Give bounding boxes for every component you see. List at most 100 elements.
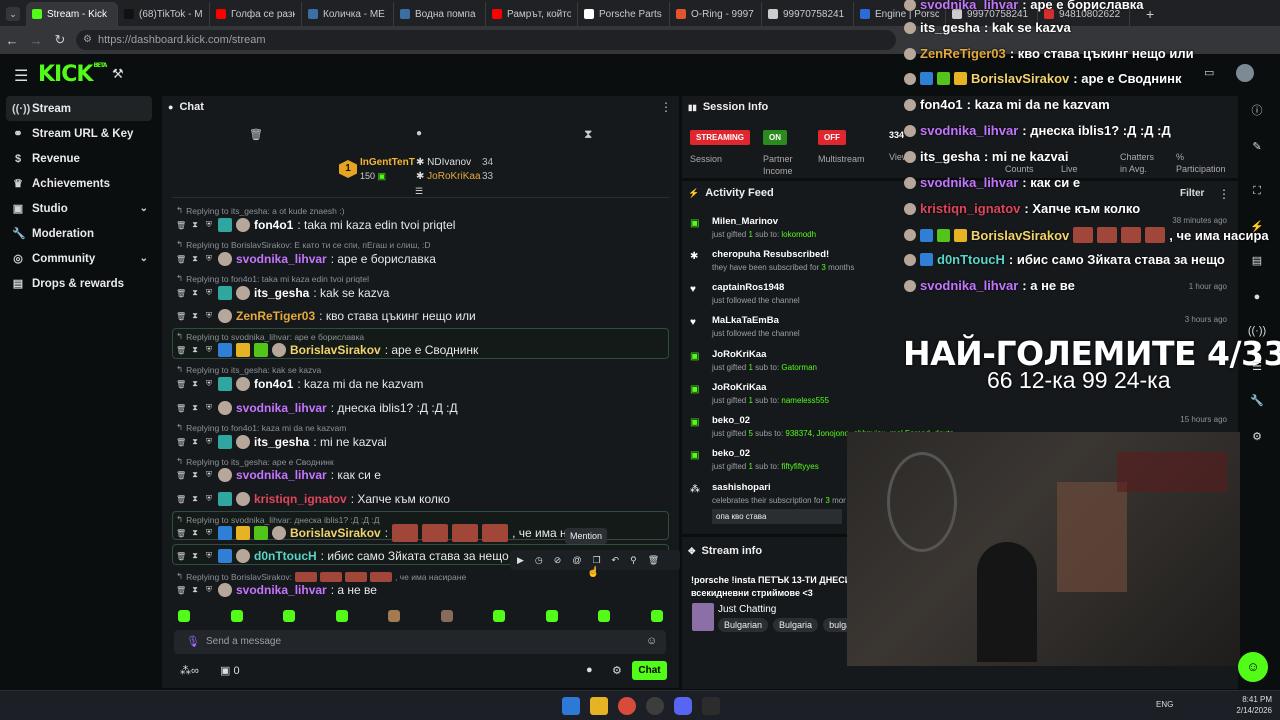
chat-more-icon[interactable]: ⋮ <box>660 100 672 114</box>
activity-target[interactable]: lokomodh <box>781 230 816 239</box>
activity-filter-button[interactable]: Filter <box>1180 188 1204 199</box>
shield-icon[interactable]: ⛨ <box>204 528 214 538</box>
activity-more-icon[interactable]: ⋮ <box>1218 187 1230 201</box>
sidebar-item-revenue[interactable]: $ Revenue <box>0 146 160 171</box>
trash-icon[interactable]: 🗑 <box>176 495 186 504</box>
studio-screen-icon[interactable]: ▭ <box>1204 66 1214 79</box>
activity-target[interactable]: Gatorman <box>781 363 817 372</box>
mute-icon[interactable]: ⊘ <box>554 555 562 566</box>
list-icon[interactable]: ☰ <box>1246 356 1268 378</box>
bolt-side-icon[interactable]: ⚡ <box>1246 216 1268 238</box>
chat-username[interactable]: BorislavSirakov <box>290 526 381 540</box>
shield-icon[interactable]: ⛨ <box>204 585 214 595</box>
sidebar-item-stream[interactable]: ((·)) Stream <box>6 96 152 121</box>
pin-icon[interactable]: ⚲ <box>630 555 637 566</box>
emote-button[interactable] <box>335 610 348 622</box>
emote-button[interactable] <box>230 610 243 622</box>
chat-username[interactable]: d0nTtoucH <box>254 549 317 563</box>
chat-send-button[interactable]: Chat <box>632 661 667 680</box>
terminal-icon[interactable] <box>702 697 720 715</box>
chat-mode-icon[interactable]: ● <box>416 128 422 139</box>
reply-reference[interactable]: ↰ Replying to its_gesha: a ot kude znaesh… <box>176 205 344 216</box>
chat-settings-icon[interactable]: ⚙ <box>612 664 622 677</box>
sidebar-item-achievements[interactable]: ♛ Achievements <box>0 171 160 196</box>
shield-icon[interactable]: ⛨ <box>204 288 214 298</box>
hourglass-icon[interactable]: ⧗ <box>190 288 200 298</box>
file-explorer-icon[interactable] <box>590 697 608 715</box>
hourglass-icon[interactable]: ⧗ <box>190 551 200 561</box>
sidebar-item-studio[interactable]: ▣ Studio ⌄ <box>0 196 160 221</box>
trash-icon[interactable]: 🗑 <box>176 438 186 447</box>
trash-icon[interactable]: 🗑 <box>176 289 186 298</box>
chat-username[interactable]: svodnika_lihvar <box>236 468 327 482</box>
chat-username[interactable]: kristiqn_ignatov <box>254 492 347 506</box>
shield-icon[interactable]: ⛨ <box>204 551 214 561</box>
wrench-side-icon[interactable]: 🔧 <box>1246 390 1268 412</box>
kick-logo[interactable]: KICKBETA <box>38 62 107 87</box>
chat-username[interactable]: svodnika_lihvar <box>236 252 327 266</box>
category-name[interactable]: Just Chatting <box>718 604 776 615</box>
shield-icon[interactable]: ⛨ <box>204 345 214 355</box>
hourglass-icon[interactable]: ⧗ <box>190 528 200 538</box>
chat-username[interactable]: fon4o1 <box>254 218 293 232</box>
session-pill-partner-income[interactable]: ON <box>763 130 787 145</box>
chat-username[interactable]: its_gesha <box>254 286 309 300</box>
reload-icon[interactable]: ↻ <box>48 32 72 48</box>
emoji-icon[interactable]: ☺ <box>646 635 657 647</box>
play-icon[interactable]: ▶ <box>517 555 524 566</box>
trash-icon[interactable]: 🗑 <box>176 255 186 264</box>
new-tab-button[interactable]: + <box>1146 6 1154 22</box>
reply-reference[interactable]: ↰ Replying to fon4o1: taka mi kaza edin t… <box>176 273 369 284</box>
trash-icon[interactable]: 🗑 <box>176 529 186 538</box>
sidebar-item-drops-rewards[interactable]: ▤ Drops & rewards <box>0 271 160 296</box>
settings-side-icon[interactable]: ⚙ <box>1246 426 1268 448</box>
avatar[interactable] <box>1236 64 1254 82</box>
help-chat-button[interactable]: ☺ <box>1238 652 1268 682</box>
browser-tab[interactable]: 99970758241 <box>762 2 854 26</box>
delete-icon[interactable]: 🗑 <box>648 555 659 566</box>
hourglass-icon[interactable]: ⧗ <box>190 403 200 413</box>
hourglass-icon[interactable]: ⧗ <box>190 437 200 447</box>
channel-points-icon[interactable]: ⁂∞ <box>180 664 199 677</box>
hammer-icon[interactable]: ⚒ <box>112 66 124 82</box>
chat-username[interactable]: ZenReTiger03 <box>236 309 315 323</box>
trash-icon[interactable]: 🗑 <box>176 380 186 389</box>
leader-third-name[interactable]: JoRoKriKaa <box>427 171 480 182</box>
shield-icon[interactable]: ⛨ <box>204 494 214 504</box>
trash-icon[interactable]: 🗑 <box>176 312 186 321</box>
browser-tab[interactable]: Количка - МЕ <box>302 2 394 26</box>
back-icon[interactable]: ← <box>0 33 24 48</box>
chat-input-box[interactable]: 🎙 Send a message ☺ <box>174 630 666 654</box>
browser-tab[interactable]: Голфа се разк <box>210 2 302 26</box>
edit-icon[interactable]: ✎ <box>1246 136 1268 158</box>
browser-tab[interactable]: O-Ring - 9997 <box>670 2 762 26</box>
hamburger-menu-icon[interactable]: ☰ <box>14 66 28 86</box>
session-pill-multistream[interactable]: OFF <box>818 130 846 145</box>
reply-reference[interactable]: ↰ Replying to fon4o1: kaza mi da ne kazva… <box>176 422 346 433</box>
emote-button[interactable] <box>283 610 296 622</box>
chat-username[interactable]: BorislavSirakov <box>290 343 381 357</box>
browser-tab[interactable]: Водна помпа <box>394 2 486 26</box>
trash-icon[interactable]: 🗑 <box>176 552 186 561</box>
shield-icon[interactable]: ⛨ <box>204 220 214 230</box>
broadcast-icon[interactable]: ((·)) <box>1246 320 1268 342</box>
address-bar[interactable]: ⚙ https://dashboard.kick.com/stream <box>76 30 896 50</box>
hourglass-icon[interactable]: ⧗ <box>190 311 200 321</box>
emote-button[interactable] <box>440 610 453 622</box>
chat-username[interactable]: svodnika_lihvar <box>236 401 327 415</box>
chat-side-icon[interactable]: ● <box>1246 286 1268 308</box>
hourglass-icon[interactable]: ⧗ <box>190 470 200 480</box>
trash-icon[interactable]: 🗑 <box>176 586 186 595</box>
activity-target[interactable]: fiftyfiftyyes <box>781 462 818 471</box>
browser-tab[interactable]: (68)TikTok - Ма <box>118 2 210 26</box>
forward-icon[interactable]: → <box>24 33 48 48</box>
emote-button[interactable] <box>545 610 558 622</box>
undo-icon[interactable]: ↶ <box>612 555 620 566</box>
browser-tab[interactable]: Рамрът, който <box>486 2 578 26</box>
shield-icon[interactable]: ⛨ <box>204 379 214 389</box>
shield-icon[interactable]: ⛨ <box>204 254 214 264</box>
emote-button[interactable] <box>493 610 506 622</box>
hourglass-icon[interactable]: ⧗ <box>190 220 200 230</box>
microphone-icon[interactable]: 🎙 <box>186 635 200 648</box>
sidebar-item-moderation[interactable]: 🔧 Moderation <box>0 221 160 246</box>
